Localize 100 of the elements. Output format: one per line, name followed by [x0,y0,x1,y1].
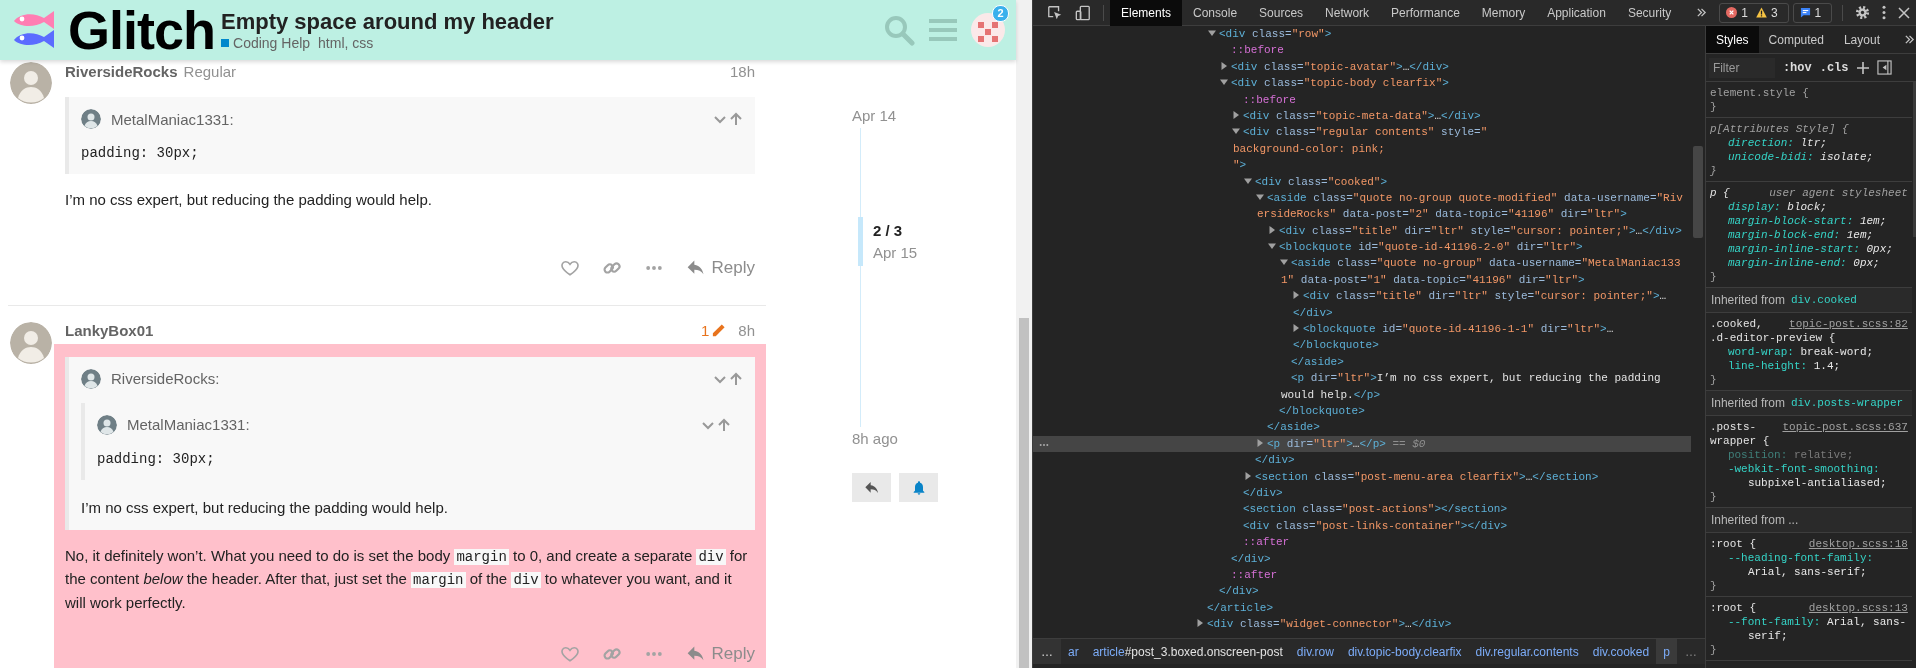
quote-author[interactable]: MetalManiac1331: [111,110,234,128]
css-property[interactable]: line-height: 1.4; [1709,359,1908,373]
caret-icon[interactable] [1256,192,1264,201]
dom-tree-line[interactable]: <blockquote id="quote-id-41196-2-0" dir="ltr"> [1033,239,1691,256]
dom-tree-line[interactable]: <div class="topic-meta-data">…</div> [1033,107,1691,125]
class-toggle-button[interactable]: .cls [1819,60,1849,75]
scrollbar[interactable] [1016,0,1032,668]
more-icon[interactable] [1039,442,1049,447]
caret-icon[interactable] [1292,324,1300,333]
dom-tree-line[interactable]: </div> [1033,452,1691,469]
settings-icon[interactable] [1855,5,1871,20]
dom-tree-line[interactable]: ::after [1033,534,1691,551]
logo-text[interactable]: Glitch [68,3,215,57]
filter-field[interactable]: Filter [1708,57,1775,78]
close-icon[interactable] [1898,6,1911,19]
dom-tree-line[interactable]: <section class="post-actions"></section> [1033,501,1691,518]
devtools-tab[interactable]: Memory [1470,0,1537,26]
css-property[interactable]: margin-inline-start: 0px; [1709,242,1908,256]
css-property[interactable]: unicode-bidi: isolate; [1709,150,1908,164]
dom-tree-line[interactable]: ::before [1033,42,1691,59]
dom-tree-line[interactable]: <blockquote id="quote-id-41196-1-1" dir="ltr">… [1033,321,1691,338]
device-icon[interactable] [1075,4,1091,21]
dom-tree-line[interactable]: </div> [1033,484,1691,502]
devtools-tab[interactable]: Network [1314,0,1381,26]
stylesheet-link[interactable]: desktop.scss:18 [1808,537,1908,551]
breadcrumb[interactable]: ar [1061,639,1086,664]
quote-author[interactable]: MetalManiac1331: [127,416,250,433]
dom-tree-line[interactable]: <div class="post-links-container"></div> [1033,517,1691,535]
dom-tree-line[interactable]: <div class="regular contents" style=" [1033,124,1691,141]
quote-author[interactable]: RiversideRocks: [111,370,220,387]
issues-counter[interactable]: 1 3 [1719,2,1789,23]
stylesheet-link[interactable]: desktop.scss:13 [1808,601,1908,615]
avatar[interactable] [10,62,52,104]
caret-icon[interactable] [1280,258,1288,267]
devtools-tab[interactable]: Performance [1380,0,1471,26]
devtools-tab[interactable]: Security [1616,0,1683,26]
caret-icon[interactable] [1244,176,1252,185]
dom-tree-line[interactable]: <aside class="quote no-group" data-username="MetalManiac133 [1033,255,1691,272]
css-property[interactable]: --heading-font-family: Arial, sans-serif; [1709,551,1908,579]
dom-tree-line[interactable]: <aside class="quote no-group quote-modified" data-username="Riv [1033,189,1691,207]
caret-icon[interactable] [1256,438,1264,447]
dom-tree-line[interactable]: <div class="cooked"> [1033,173,1691,190]
css-property[interactable]: margin-inline-end: 0px; [1709,256,1908,270]
element-link[interactable]: div.cooked [1790,293,1857,307]
devtools-tab[interactable]: Sources [1248,0,1315,26]
more-tabs-icon[interactable] [1903,34,1915,45]
caret-icon[interactable] [1232,127,1240,136]
devtools-tab[interactable]: Console [1182,0,1249,26]
dom-tree-line[interactable]: <div class="title" dir="ltr" style="cursor: pointer;">…</div> [1033,222,1691,240]
css-property[interactable]: margin-block-start: 1em; [1709,214,1908,228]
dom-tree-line[interactable]: 1" data-post="1" data-topic="41196" dir="ltr"> [1033,271,1691,289]
arrow-up-icon[interactable] [729,112,743,126]
stylesheet-link[interactable]: user agent stylesheet [1769,186,1908,200]
breadcrumb-scroll-button[interactable]: … [1033,639,1061,664]
stylesheet-link[interactable]: topic-post.scss:82 [1789,317,1908,331]
more-tabs-icon[interactable] [1696,7,1708,18]
css-property[interactable]: display: block; [1709,200,1908,214]
category-link[interactable]: Coding Help [233,35,311,51]
reply-button[interactable] [852,473,891,502]
breadcrumb-scroll-button[interactable]: … [1676,639,1705,664]
devtools-tab[interactable]: Application [1536,0,1617,26]
dom-tree-line[interactable]: would help.</p> [1033,386,1691,403]
breadcrumb[interactable]: div.regular.contents [1468,639,1586,664]
timeline-track[interactable] [860,128,861,427]
css-property[interactable]: direction: ltr; [1709,136,1908,150]
hover-state-button[interactable]: :hov [1782,60,1812,75]
dom-tree-line[interactable]: background-color: pink; [1033,140,1691,158]
breadcrumb[interactable]: div.topic-body.clearfix [1340,639,1469,664]
pencil-icon[interactable] [711,323,727,338]
breadcrumb[interactable]: p [1656,639,1677,664]
caret-icon[interactable] [1208,29,1216,37]
inspect-icon[interactable] [1047,4,1063,21]
css-property[interactable]: --font-family: Arial, sans-serif; [1709,615,1908,643]
breadcrumb[interactable]: article#post_3.boxed.onscreen-post [1085,639,1290,664]
caret-icon[interactable] [1220,61,1228,70]
kebab-menu-icon[interactable] [1882,5,1887,20]
timeline-handle[interactable] [858,217,863,266]
caret-icon[interactable] [1220,78,1228,87]
element-link[interactable]: div.posts-wrapper [1790,396,1904,410]
arrow-up-icon[interactable] [717,417,731,432]
plus-icon[interactable] [1856,61,1869,74]
dom-tree-line[interactable]: </aside> [1033,353,1691,371]
topic-tags[interactable]: html, css [318,35,374,51]
dom-tree-line[interactable]: <p dir="ltr">I’m no css expert, but reducing the padding [1033,370,1691,387]
username[interactable]: LankyBox01 [65,322,154,339]
breadcrumb[interactable]: div.row [1289,639,1341,664]
dom-tree-line[interactable]: <div class="row"> [1033,26,1691,43]
sidebar-tab[interactable]: Styles [1705,26,1759,53]
scrollbar-thumb[interactable] [1019,318,1029,668]
dom-tree-line[interactable]: <section class="post-menu-area clearfix">…</section> [1033,468,1691,485]
dom-tree-line[interactable]: ::after [1033,566,1691,584]
dom-tree-line[interactable]: <div class="topic-body clearfix"> [1033,75,1691,92]
caret-icon[interactable] [1244,471,1252,480]
sidebar-tab[interactable]: Computed [1758,26,1834,53]
caret-icon[interactable] [1232,110,1240,119]
dom-tree-line[interactable]: </blockquote> [1033,403,1691,420]
css-property[interactable]: word-wrap: break-word; [1709,345,1908,359]
messages-counter[interactable]: 1 [1792,2,1833,23]
stylesheet-link[interactable]: topic-post.scss:637 [1782,420,1908,434]
caret-icon[interactable] [1196,619,1204,628]
